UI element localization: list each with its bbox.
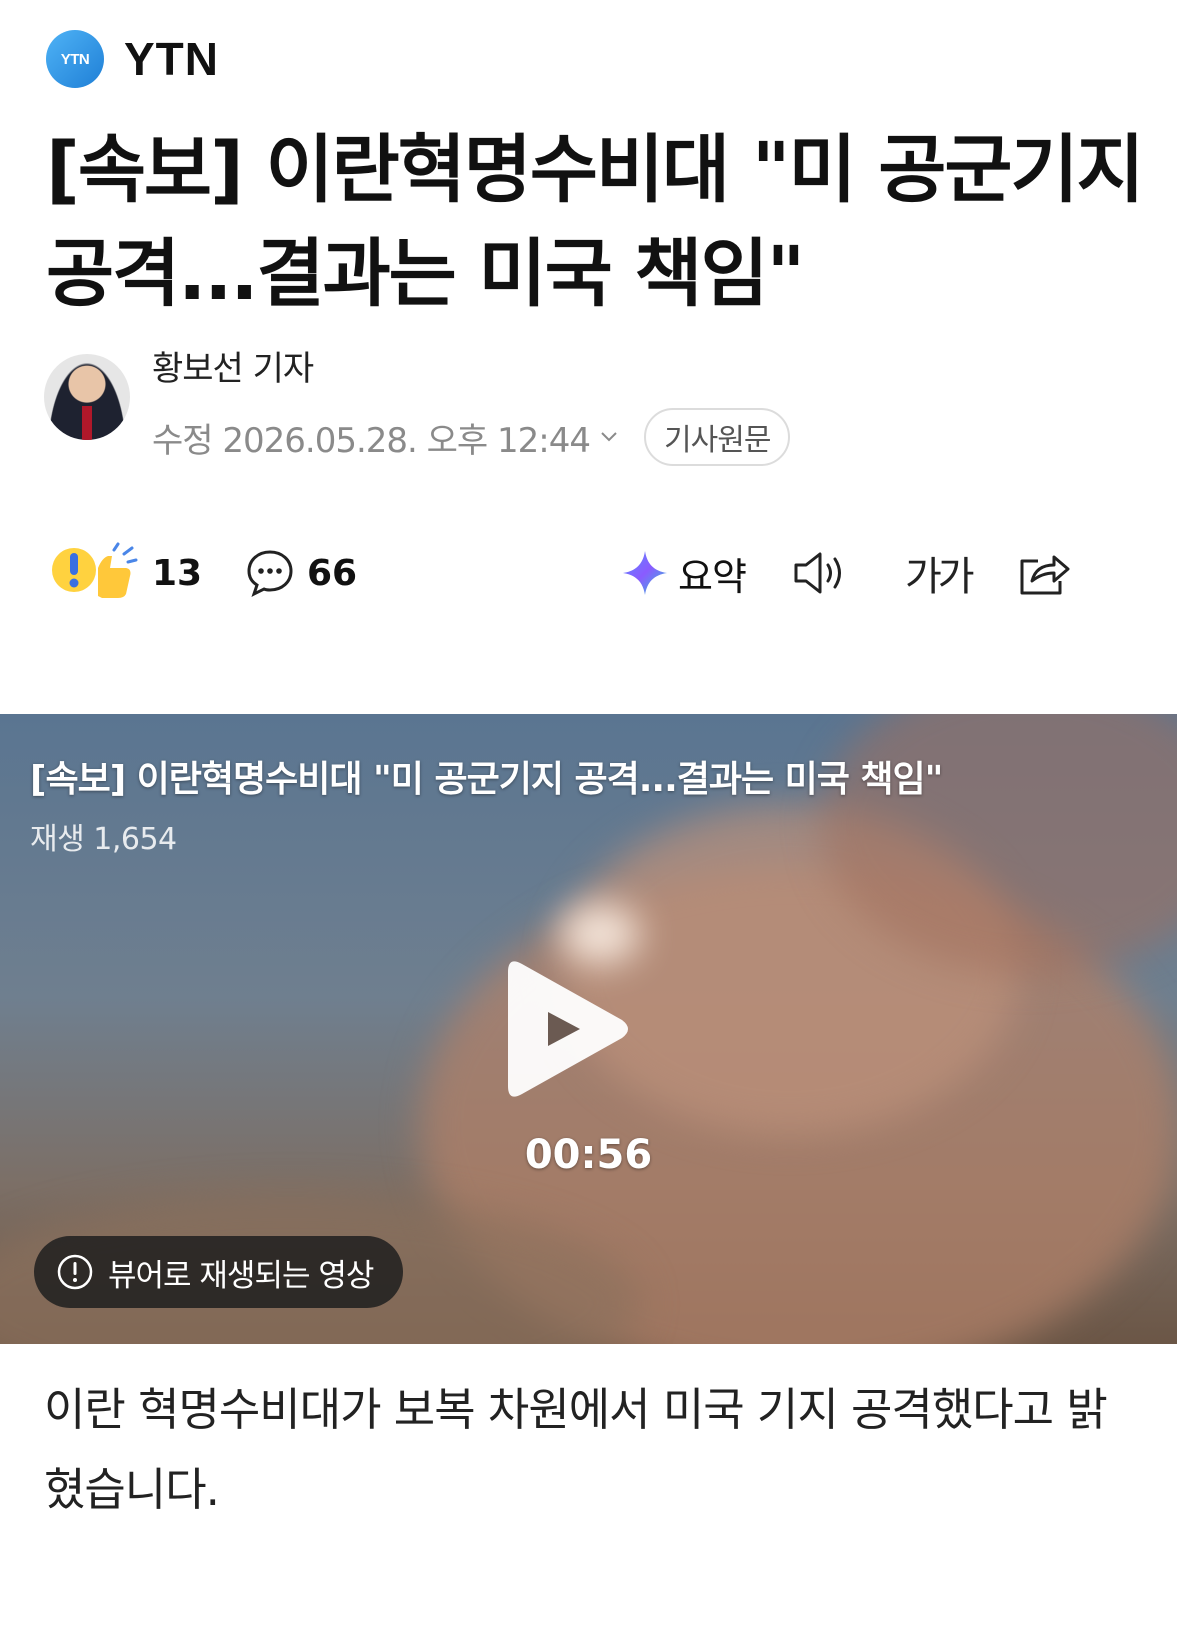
article-headline: [속보] 이란혁명수비대 "미 공군기지 공격...결과는 미국 책임" [46, 127, 1145, 317]
article-body: 이란 혁명수비대가 보복 차원에서 미국 기지 공격했다고 밝혔습니다. [44, 1383, 1108, 1516]
reaction-button[interactable]: 13 [50, 540, 202, 606]
ai-summary-icon [623, 551, 667, 595]
reporter-name[interactable]: 황보선 기자 [152, 352, 790, 386]
reporter-avatar[interactable] [44, 354, 130, 440]
byline-text: 황보선 기자 수정 2026.05.28. 오후 12:44 기사원문 [152, 352, 791, 466]
share-icon [1020, 555, 1070, 595]
press-header[interactable]: YTN YTN [46, 30, 219, 88]
play-icon[interactable] [504, 954, 634, 1104]
press-name[interactable]: YTN [124, 32, 219, 86]
byline: 황보선 기자 수정 2026.05.28. 오후 12:44 기사원문 [44, 352, 791, 466]
comment-count: 66 [307, 552, 358, 594]
text-to-speech-button[interactable] [792, 540, 848, 606]
video-duration: 00:56 [524, 1132, 653, 1178]
comment-button[interactable]: 66 [245, 540, 357, 606]
chevron-down-icon[interactable] [600, 428, 618, 446]
comment-icon [247, 550, 293, 597]
viewer-notice-text: 뷰어로 재생되는 영상 [108, 1257, 374, 1294]
press-logo[interactable]: YTN [46, 30, 104, 88]
article-meta: 수정 2026.05.28. 오후 12:44 기사원문 [152, 408, 791, 466]
speaker-icon [794, 552, 841, 594]
summary-button[interactable]: 요약 [620, 540, 747, 606]
action-bar: 13 66 요약 가가 [50, 540, 1130, 610]
summary-label: 요약 [678, 554, 747, 599]
font-size-button[interactable]: 가가 [905, 540, 975, 606]
video-player[interactable]: [속보] 이란혁명수비대 "미 공군기지 공격...결과는 미국 책임" 재생 … [0, 714, 1177, 1344]
video-title: [속보] 이란혁명수비대 "미 공군기지 공격...결과는 미국 책임" [30, 759, 943, 800]
article-date: 수정 2026.05.28. 오후 12:44 [152, 420, 591, 461]
reaction-count: 13 [152, 552, 203, 594]
info-icon [57, 1254, 93, 1290]
font-size-icon: 가가 [905, 554, 975, 600]
share-button[interactable] [1016, 540, 1072, 606]
original-article-button[interactable]: 기사원문 [644, 408, 791, 466]
video-play-count: 재생 1,654 [30, 822, 177, 857]
viewer-notice: 뷰어로 재생되는 영상 [34, 1236, 404, 1308]
reaction-icon [52, 542, 138, 598]
